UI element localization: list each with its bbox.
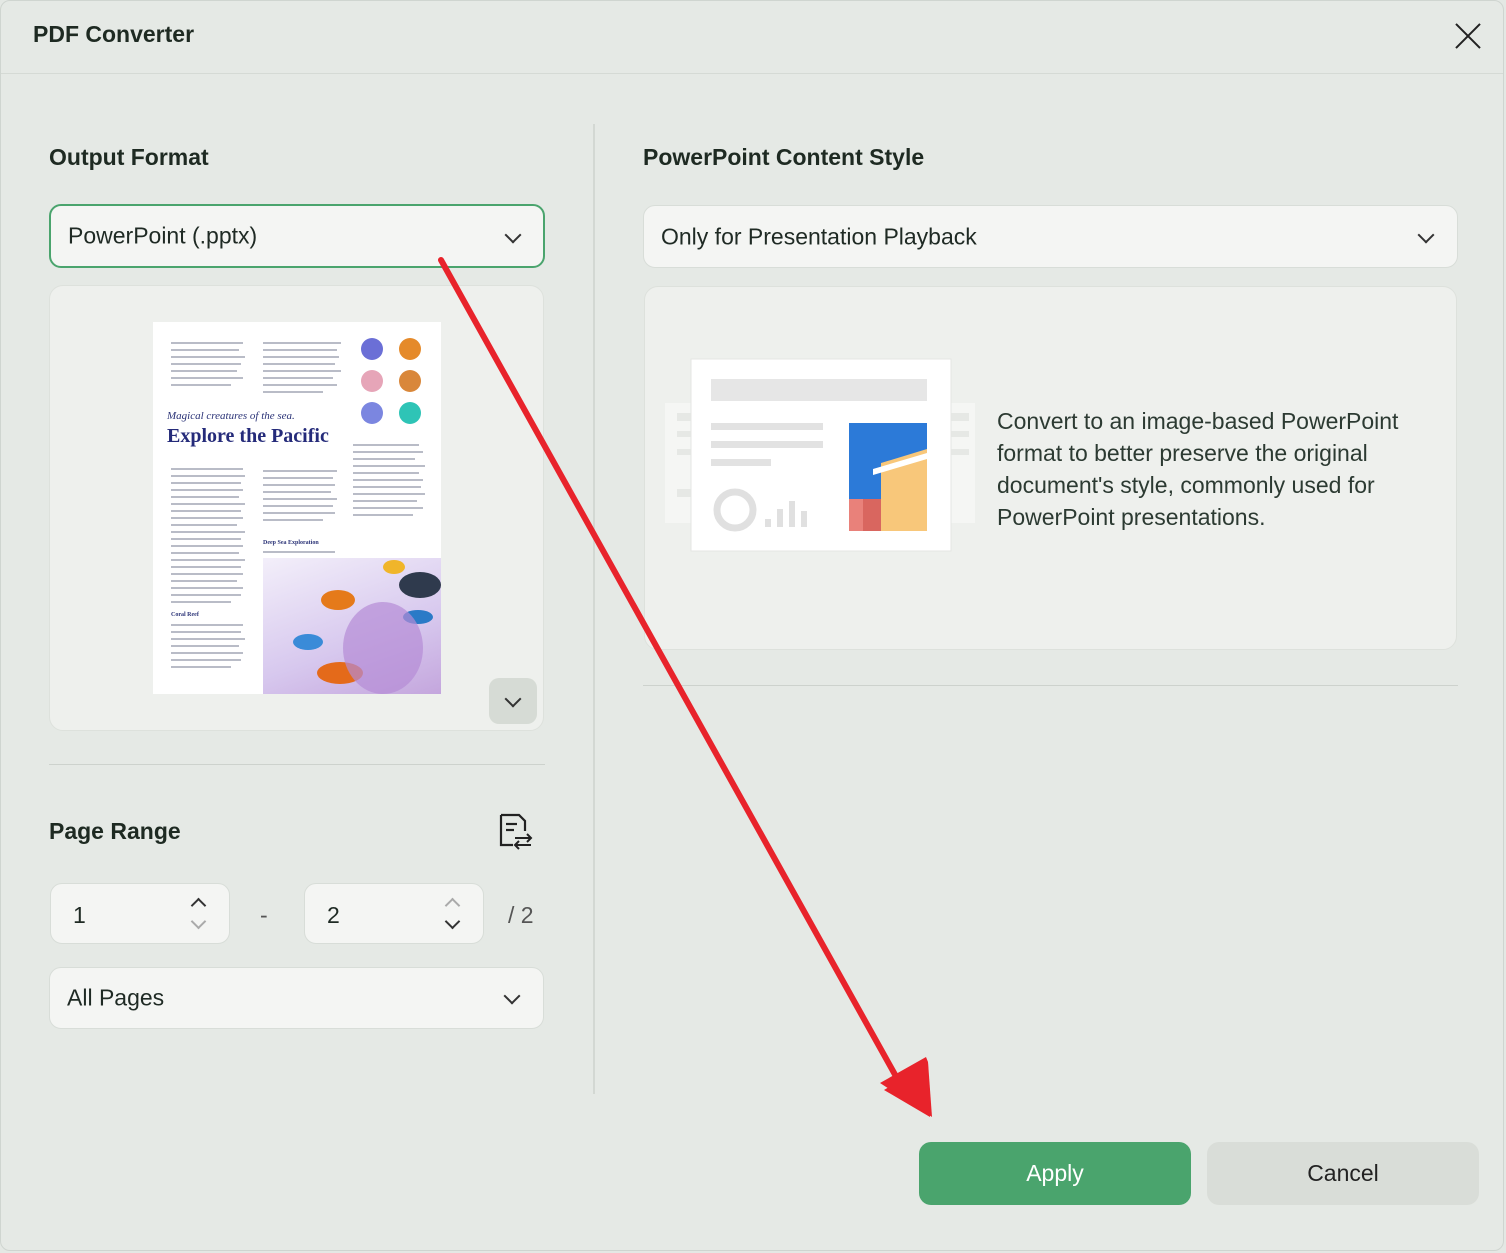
slide-illustration	[665, 358, 975, 552]
close-icon[interactable]	[1449, 17, 1487, 55]
expand-preview-button[interactable]	[489, 678, 537, 724]
content-style-preview: Convert to an image-based PowerPoint for…	[644, 286, 1457, 650]
decrement-icon[interactable]	[444, 913, 461, 930]
chevron-down-icon	[1417, 226, 1435, 244]
page-to-value: 2	[327, 902, 340, 928]
column-divider	[593, 124, 595, 1094]
preview-subhead-coral: Coral Reef	[171, 612, 199, 618]
chevron-down-icon	[504, 690, 522, 708]
page-from-stepper[interactable]: 1	[50, 883, 230, 944]
cancel-button[interactable]: Cancel	[1207, 1142, 1479, 1205]
page-range-select[interactable]: All Pages	[49, 967, 544, 1029]
page-range-heading: Page Range	[49, 818, 181, 844]
chevron-down-icon	[503, 987, 521, 1005]
increment-icon[interactable]	[444, 897, 461, 914]
sea-illustration	[263, 558, 441, 694]
preview-page: Magical creatures of the sea. Explore th…	[153, 322, 441, 694]
page-range-value: All Pages	[67, 984, 165, 1011]
left-divider	[49, 764, 545, 765]
increment-icon[interactable]	[190, 897, 207, 914]
page-swap-icon[interactable]	[495, 811, 535, 851]
apply-button[interactable]: Apply	[919, 1142, 1191, 1205]
dialog-title: PDF Converter	[33, 21, 195, 47]
page-to-stepper[interactable]: 2	[304, 883, 484, 944]
content-style-heading: PowerPoint Content Style	[643, 144, 925, 170]
preview-subhead-deep-sea: Deep Sea Exploration	[263, 540, 319, 546]
title-bar: PDF Converter	[1, 1, 1503, 74]
range-separator: -	[260, 902, 268, 928]
chevron-down-icon	[504, 226, 522, 244]
right-divider	[643, 685, 1458, 686]
page-from-value: 1	[73, 902, 86, 928]
page-total: / 2	[508, 902, 534, 928]
pdf-converter-dialog: PDF Converter Output Format PowerPoint (…	[0, 0, 1504, 1251]
content-style-select[interactable]: Only for Presentation Playback	[643, 205, 1458, 268]
content-style-description: Convert to an image-based PowerPoint for…	[997, 408, 1399, 530]
decrement-icon[interactable]	[190, 913, 207, 930]
document-preview: Magical creatures of the sea. Explore th…	[49, 285, 544, 731]
output-format-heading: Output Format	[49, 144, 209, 170]
output-format-select[interactable]: PowerPoint (.pptx)	[49, 204, 545, 268]
preview-headline: Explore the Pacific	[167, 425, 329, 447]
preview-tagline: Magical creatures of the sea.	[167, 410, 295, 422]
content-style-value: Only for Presentation Playback	[661, 223, 977, 249]
output-format-value: PowerPoint (.pptx)	[68, 222, 258, 249]
